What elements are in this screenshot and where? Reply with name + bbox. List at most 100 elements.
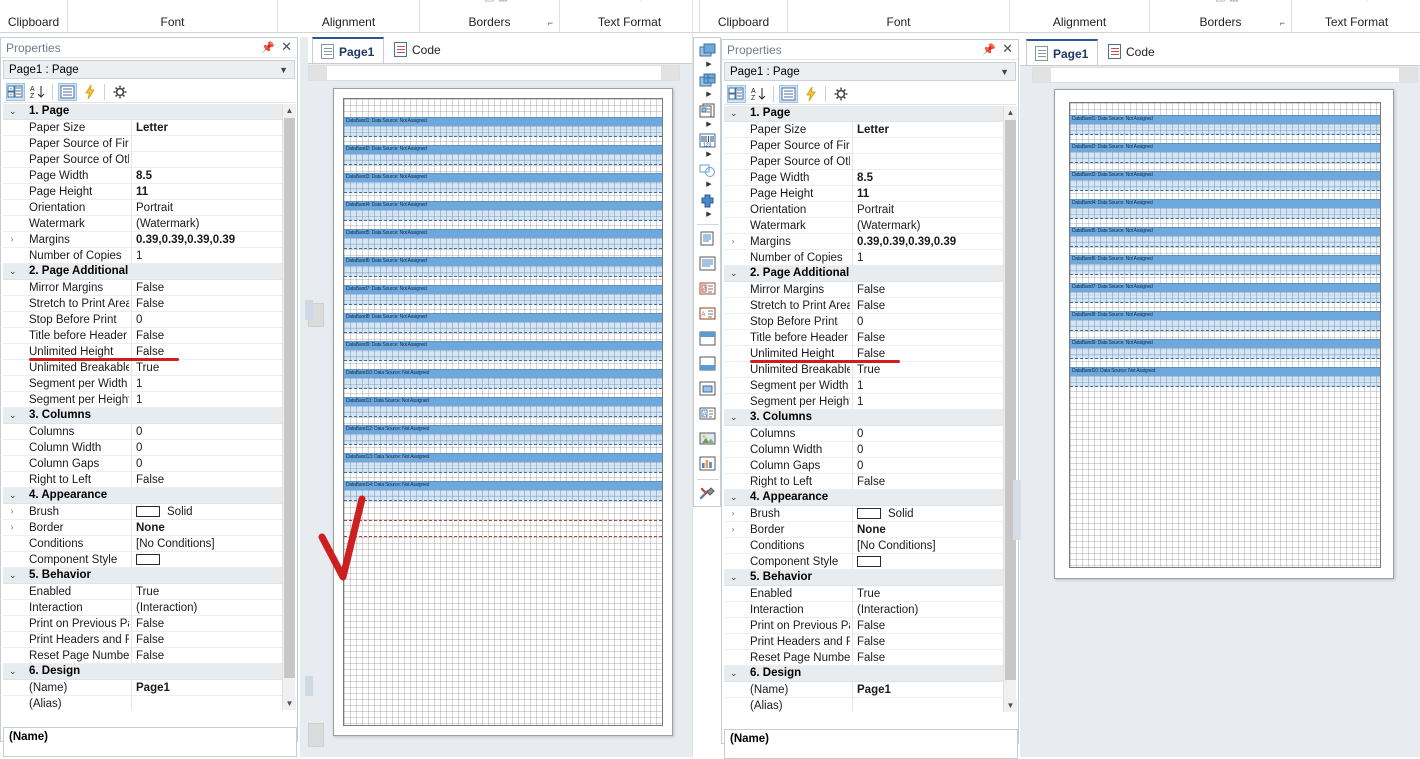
image-icon[interactable] bbox=[697, 429, 719, 449]
property-value[interactable]: 0.39,0.39,0.39,0.39 bbox=[136, 234, 235, 246]
property-grid-scrollbar-left[interactable]: ▲ ▼ bbox=[282, 104, 296, 710]
band-header[interactable]: DataBand3: Data Source: Not Assigned bbox=[1070, 171, 1380, 180]
report-data-band[interactable]: DataBand5: Data Source: Not Assigned bbox=[344, 229, 662, 249]
property-value[interactable]: 0 bbox=[136, 458, 142, 470]
tab-page1-left[interactable]: Page1 bbox=[312, 37, 384, 63]
band-header[interactable]: DataBand8: Data Source: Not Assigned bbox=[344, 313, 662, 322]
pin-icon[interactable]: 📌 bbox=[261, 41, 275, 54]
property-row[interactable]: Columns 0 bbox=[724, 426, 1012, 442]
property-value[interactable]: False bbox=[857, 652, 885, 664]
property-value[interactable]: 0 bbox=[857, 460, 863, 472]
barcode-icon[interactable]: 123 bbox=[697, 131, 719, 151]
chevron-down-icon[interactable]: ⌄ bbox=[9, 106, 17, 117]
color-swatch[interactable] bbox=[136, 506, 160, 517]
property-column-divider[interactable] bbox=[852, 474, 853, 490]
textbox-b-icon[interactable]: A bbox=[697, 304, 719, 324]
property-column-divider[interactable] bbox=[852, 122, 853, 138]
property-row[interactable]: › Border None bbox=[3, 520, 291, 536]
dialog-launcher-icon[interactable]: ⌐ bbox=[1280, 18, 1285, 28]
property-value[interactable]: (Watermark) bbox=[857, 220, 920, 232]
property-column-divider[interactable] bbox=[131, 296, 132, 312]
barcode-expand-arrow[interactable]: ▶ bbox=[704, 151, 714, 159]
report-data-band[interactable]: DataBand5: Data Source: Not Assigned bbox=[1070, 227, 1380, 247]
property-column-divider[interactable] bbox=[852, 298, 853, 314]
report-data-band[interactable]: DataBand2: Data Source: Not Assigned bbox=[344, 145, 662, 165]
property-column-divider[interactable] bbox=[852, 362, 853, 378]
property-value[interactable]: [No Conditions] bbox=[136, 538, 215, 550]
property-row[interactable]: Right to Left False bbox=[724, 474, 1012, 490]
ribbon-group-icons[interactable]: ▭ ▤ ▥ bbox=[420, 0, 559, 10]
property-column-divider[interactable] bbox=[131, 232, 132, 248]
band-header[interactable]: DataBand13: Data Source: Not Assigned bbox=[344, 453, 662, 462]
dialog-launcher-icon[interactable]: ⌐ bbox=[548, 18, 553, 28]
property-value[interactable]: 1 bbox=[136, 378, 142, 390]
report-data-band[interactable]: DataBand1: Data Source: Not Assigned bbox=[1070, 115, 1380, 135]
property-row[interactable]: › Margins 0.39,0.39,0.39,0.39 bbox=[3, 232, 291, 248]
property-column-divider[interactable] bbox=[852, 330, 853, 346]
property-column-divider[interactable] bbox=[852, 538, 853, 554]
chevron-down-icon[interactable]: ⌄ bbox=[730, 268, 738, 279]
property-row[interactable]: Number of Copies 1 bbox=[3, 248, 291, 264]
property-value[interactable]: [No Conditions] bbox=[857, 540, 936, 552]
property-value[interactable]: 0.39,0.39,0.39,0.39 bbox=[857, 236, 956, 248]
property-category-row[interactable]: ⌄ 6. Design bbox=[3, 664, 291, 680]
report-data-band[interactable]: DataBand11: Data Source: Not Assigned bbox=[344, 397, 662, 417]
property-row[interactable]: Segment per Width 1 bbox=[3, 376, 291, 392]
property-category-row[interactable]: ⌄ 2. Page Additional bbox=[3, 264, 291, 280]
property-grid-right[interactable]: ⌄ 1. Page Paper Size Letter Paper Source of … bbox=[724, 106, 1012, 712]
band-body[interactable] bbox=[344, 154, 662, 165]
property-value[interactable]: 1 bbox=[136, 250, 142, 262]
property-value[interactable]: 0 bbox=[136, 314, 142, 326]
property-value[interactable]: 0 bbox=[136, 426, 142, 438]
property-column-divider[interactable] bbox=[852, 458, 853, 474]
band-body[interactable] bbox=[1070, 292, 1380, 303]
chevron-down-icon[interactable]: ⌄ bbox=[9, 570, 17, 581]
property-row[interactable]: (Alias) bbox=[724, 698, 1012, 712]
property-column-divider[interactable] bbox=[131, 376, 132, 392]
property-column-divider[interactable] bbox=[131, 392, 132, 408]
property-row[interactable]: Page Height 11 bbox=[724, 186, 1012, 202]
property-row[interactable]: Watermark (Watermark) bbox=[724, 218, 1012, 234]
property-column-divider[interactable] bbox=[131, 424, 132, 440]
property-value[interactable]: 8.5 bbox=[136, 170, 152, 182]
band-header[interactable]: DataBand1: Data Source: Not Assigned bbox=[344, 117, 662, 126]
band-header[interactable]: DataBand10: Data Source: Not Assigned bbox=[1070, 367, 1380, 376]
property-row[interactable]: Print Headers and Fo False bbox=[724, 634, 1012, 650]
report-data-band[interactable]: DataBand9: Data Source: Not Assigned bbox=[1070, 339, 1380, 359]
page-print-area-right[interactable]: DataBand1: Data Source: Not Assigned Data… bbox=[1069, 102, 1381, 568]
property-column-divider[interactable] bbox=[131, 200, 132, 216]
close-icon-right[interactable]: ✕ bbox=[1002, 42, 1013, 55]
property-value[interactable]: Letter bbox=[857, 124, 889, 136]
band-body[interactable] bbox=[1070, 236, 1380, 247]
property-value[interactable]: False bbox=[857, 620, 885, 632]
property-value[interactable]: False bbox=[857, 332, 885, 344]
band-header[interactable]: DataBand11: Data Source: Not Assigned bbox=[344, 397, 662, 406]
ribbon-group-icons[interactable]: $ % , bbox=[1292, 0, 1420, 10]
shapes-expand-arrow[interactable]: ▶ bbox=[704, 181, 714, 189]
components-icon[interactable] bbox=[697, 101, 719, 121]
subreport-icon[interactable] bbox=[697, 379, 719, 399]
object-selector-left[interactable]: Page1 : Page ▼ bbox=[3, 60, 295, 79]
events-lightning-icon[interactable] bbox=[81, 83, 100, 101]
property-value[interactable]: 11 bbox=[136, 186, 148, 198]
band-header[interactable]: DataBand5: Data Source: Not Assigned bbox=[344, 229, 662, 238]
property-column-divider[interactable] bbox=[852, 218, 853, 234]
property-category-row[interactable]: ⌄ 1. Page bbox=[724, 106, 1012, 122]
band-body[interactable] bbox=[344, 490, 662, 501]
categorized-view-icon[interactable]: + + bbox=[6, 83, 25, 101]
scroll-up-icon[interactable]: ▲ bbox=[283, 104, 296, 117]
property-column-divider[interactable] bbox=[852, 314, 853, 330]
property-row[interactable]: Unlimited Breakable True bbox=[3, 358, 291, 376]
report-page-sheet-right[interactable]: DataBand1: Data Source: Not Assigned Data… bbox=[1054, 89, 1394, 579]
band-body[interactable] bbox=[344, 238, 662, 249]
chart-icon[interactable] bbox=[697, 454, 719, 474]
scrollbar-thumb-right[interactable] bbox=[1005, 120, 1016, 680]
property-row[interactable]: Column Gaps 0 bbox=[3, 456, 291, 472]
property-row[interactable]: › Brush Solid bbox=[724, 506, 1012, 522]
property-value[interactable]: False bbox=[857, 476, 885, 488]
property-row[interactable]: Orientation Portrait bbox=[3, 200, 291, 216]
property-row[interactable]: Component Style bbox=[724, 554, 1012, 570]
property-column-divider[interactable] bbox=[131, 152, 132, 168]
designer-canvas-left[interactable]: Page1 Code DataBand1: Data Source: Not A… bbox=[300, 37, 692, 757]
rich-text-icon[interactable] bbox=[697, 254, 719, 274]
